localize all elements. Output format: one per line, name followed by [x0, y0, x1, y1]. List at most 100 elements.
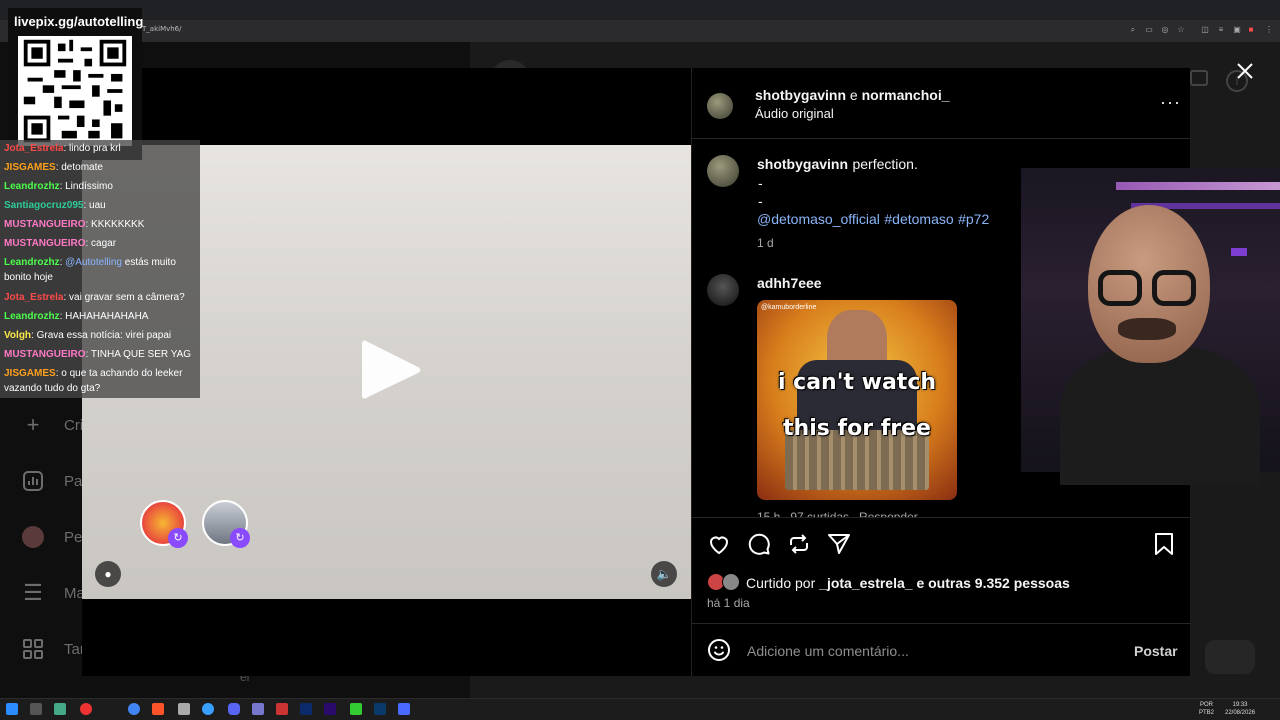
chat-message: JISGAMES: detomate [4, 162, 103, 173]
language-indicator[interactable]: POR PTB2 [1199, 701, 1214, 717]
chat-message: Leandrozhz: HAHAHAHAHAHA [4, 311, 149, 322]
likes-count-link[interactable]: e outras 9.352 pessoas [916, 575, 1069, 591]
app-icon[interactable] [350, 703, 362, 715]
chart-icon [20, 468, 46, 494]
clock-date: 22/08/2026 [1225, 710, 1256, 716]
star-icon[interactable]: ☆ [1176, 25, 1186, 35]
clock[interactable]: 19:33 22/08/2026 [1225, 701, 1255, 717]
comment-icon[interactable] [747, 532, 771, 556]
repost-icon[interactable] [787, 532, 811, 556]
stream-chat-overlay: Jota_Estrela: lindo pra krl JISGAMES: de… [0, 140, 200, 398]
chrome-icon[interactable] [128, 703, 140, 715]
post-comment-button[interactable]: Postar [1134, 643, 1178, 659]
zoom-icon[interactable]: ⌕ [1128, 25, 1138, 35]
lang-text: POR [1200, 702, 1214, 708]
profile-icon [20, 524, 46, 550]
eye-off-icon[interactable]: ◎ [1160, 25, 1170, 35]
comment-user[interactable]: adhh7eee [757, 275, 822, 291]
background-sticker-button [1205, 640, 1255, 674]
more-options-icon[interactable]: ··· [1160, 92, 1181, 113]
plus-icon: + [26, 412, 40, 437]
author-link[interactable]: normanchoi_ [862, 87, 950, 103]
chat-message: JISGAMES: o que ta achando do leeker vaz… [4, 368, 183, 394]
hashtag-link[interactable]: #p72 [958, 211, 989, 227]
glasses-lens-left [1098, 270, 1142, 306]
browser-tab-bar [0, 0, 1280, 20]
url-text[interactable]: T_akiMvh6/ [142, 25, 182, 33]
audio-link[interactable]: Áudio original [755, 106, 834, 121]
emoji-icon[interactable] [707, 638, 731, 662]
repost-badge-icon: ↻ [168, 528, 188, 548]
app-icon[interactable] [276, 703, 288, 715]
chat-message: MUSTANGUEIRO: KKKKKKKK [4, 219, 145, 230]
chat-mention: @Autotelling [65, 257, 122, 268]
apps-icon [20, 636, 46, 662]
task-view-icon[interactable] [30, 703, 42, 715]
liker-avatar [722, 573, 740, 591]
chat-message: Santiagocruz095: uau [4, 200, 106, 211]
close-icon[interactable] [1235, 61, 1255, 81]
tab-icon[interactable]: ▣ [1232, 25, 1242, 35]
more-icon[interactable]: ⋮ [1264, 25, 1274, 35]
app-icon[interactable] [54, 703, 66, 715]
caption-line: - [758, 193, 763, 209]
hashtag-link[interactable]: #detomaso [884, 211, 953, 227]
mention-link[interactable]: @detomaso_official [757, 211, 880, 227]
extensions-icon[interactable]: ◫ [1200, 25, 1210, 35]
play-icon[interactable] [356, 335, 426, 405]
sidebar-item-label: Pe [64, 528, 83, 546]
likes-summary[interactable]: Curtido por _jota_estrela_ e outras 9.35… [746, 575, 1070, 591]
app-icon[interactable] [398, 703, 410, 715]
meme-caption-line: i can't watch [777, 370, 937, 395]
premiere-icon[interactable] [324, 703, 336, 715]
audition-icon[interactable] [300, 703, 312, 715]
chat-message: Volgh: Grava essa notícia: virei papai [4, 330, 172, 341]
browser-address-bar[interactable] [0, 20, 1280, 42]
menu-icon: ☰ [23, 580, 43, 605]
clock-time: 19:33 [1232, 702, 1248, 708]
profile-ext-icon[interactable]: ■ [1246, 25, 1256, 35]
post-time: há 1 dia [707, 596, 750, 610]
caption-time: 1 d [757, 236, 774, 250]
post-header [691, 68, 1190, 139]
chat-message: Leandrozhz: @Autotelling estás muito bon… [4, 257, 176, 283]
volume-icon[interactable]: 🔈 [651, 561, 677, 587]
author-avatar[interactable] [707, 93, 733, 119]
chat-message: MUSTANGUEIRO: TINHA QUE SER YAG [4, 349, 192, 360]
lang-text: PTB2 [1199, 710, 1215, 716]
streamer-mustache [1118, 318, 1176, 340]
caption: shotbygavinn perfection. [757, 156, 918, 174]
tagged-users-icon[interactable]: ● [95, 561, 121, 587]
comment-avatar[interactable] [707, 274, 739, 306]
comment-meta: 15 h 97 curtidas Responder [757, 510, 918, 517]
chat-message: MUSTANGUEIRO: cagar [4, 238, 117, 249]
author-link[interactable]: shotbygavinn [755, 87, 846, 103]
liker-link[interactable]: _jota_estrela_ [819, 575, 912, 591]
caption-text: perfection. [852, 156, 918, 172]
caption-avatar[interactable] [707, 155, 739, 187]
comment-meme-image[interactable]: i can't watch this for free @kamuborderl… [757, 300, 957, 500]
cast-icon[interactable]: ▭ [1144, 25, 1154, 35]
bookmark-icon[interactable] [1153, 532, 1175, 556]
app-icon[interactable] [202, 703, 214, 715]
app-icon[interactable] [178, 703, 190, 715]
brave-icon[interactable] [152, 703, 164, 715]
chat-message: Jota_Estrela: vai gravar sem a câmera? [4, 292, 185, 303]
app-icon[interactable] [80, 703, 92, 715]
meme-watermark: @kamuborderline [761, 304, 817, 311]
background-video-icon [1190, 70, 1208, 86]
repost-badge-icon: ↻ [230, 528, 250, 548]
share-icon[interactable] [827, 532, 851, 556]
likes-prefix: Curtido por [746, 575, 816, 591]
chat-message: Jota_Estrela: lindo pra krl [4, 143, 121, 154]
heart-icon[interactable] [707, 532, 731, 556]
photoshop-icon[interactable] [374, 703, 386, 715]
start-icon[interactable] [6, 703, 18, 715]
caption-user[interactable]: shotbygavinn [757, 156, 848, 172]
discord-icon[interactable] [228, 703, 240, 715]
app-icon[interactable] [252, 703, 264, 715]
comment-input[interactable]: Adicione um comentário... [747, 643, 909, 659]
windows-taskbar [0, 698, 1280, 720]
menu-list-icon[interactable]: ≡ [1216, 25, 1226, 35]
connector-text: e [849, 87, 858, 103]
